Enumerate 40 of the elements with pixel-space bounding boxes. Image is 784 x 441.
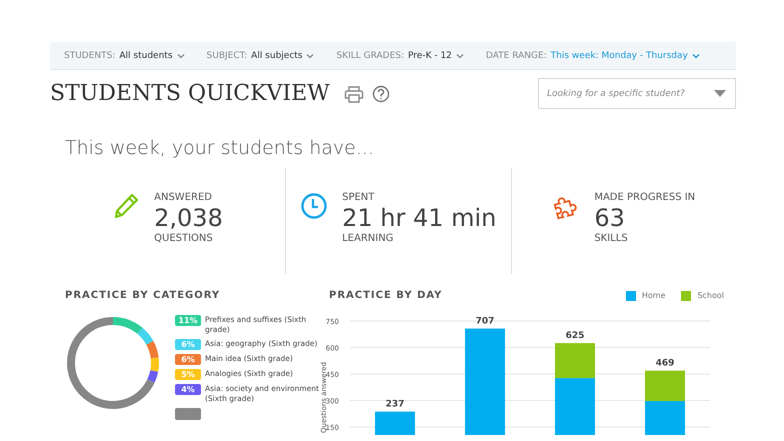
section-title: PRACTICE BY CATEGORY [65, 290, 222, 301]
bar-value-label: 625 [566, 331, 584, 342]
legend-label: Home [642, 291, 666, 300]
caret-icon[interactable] [176, 52, 185, 58]
printer-icon[interactable] [344, 84, 364, 102]
page-title: STUDENTS QUICKVIEW [50, 81, 330, 106]
summary-heading: This week, your students have... [65, 137, 375, 159]
stat-value: 2,038 [154, 203, 223, 233]
bar-value-label: 237 [386, 400, 404, 410]
bar-value-label: 707 [476, 316, 494, 327]
clock-icon [300, 192, 328, 220]
stat-label: ANSWERED [154, 192, 213, 203]
filter-dropdown[interactable]: SKILL GRADES: Pre-K - 12 [336, 50, 464, 60]
stat-value: 63 [594, 203, 626, 233]
help-icon[interactable] [372, 84, 390, 102]
stat-value: 21 hr 41 min [342, 203, 496, 233]
stat-label: MADE PROGRESS IN [594, 192, 696, 203]
caret-icon[interactable] [456, 52, 464, 58]
dropdown-arrow-icon[interactable] [714, 90, 726, 97]
legend-label: School [697, 291, 724, 300]
filter-dropdown[interactable]: SUBJECT: All subjects [206, 50, 314, 60]
percent-badge: 6% [175, 354, 201, 365]
section-title: PRACTICE BY DAY [329, 290, 442, 301]
bar [375, 412, 415, 435]
stat-label: SPENT [342, 192, 376, 203]
bar-value-label: 469 [656, 358, 674, 369]
bar [645, 401, 685, 435]
bar [645, 370, 685, 402]
pencil-icon [112, 192, 140, 220]
percent-badge: 5% [175, 369, 201, 380]
percent-badge: 4% [175, 384, 201, 395]
search-field[interactable]: Looking for a specific student? [538, 78, 736, 109]
stat-unit: LEARNING [342, 233, 394, 244]
caret-icon[interactable] [306, 52, 314, 58]
filter-dropdown[interactable]: STUDENTS: All students [64, 50, 185, 60]
stat-unit: QUESTIONS [154, 233, 214, 244]
percent-badge: 11% [175, 315, 201, 326]
percent-badge: 6% [175, 339, 201, 350]
caret-icon[interactable] [692, 52, 700, 58]
stat-unit: SKILLS [594, 233, 629, 244]
